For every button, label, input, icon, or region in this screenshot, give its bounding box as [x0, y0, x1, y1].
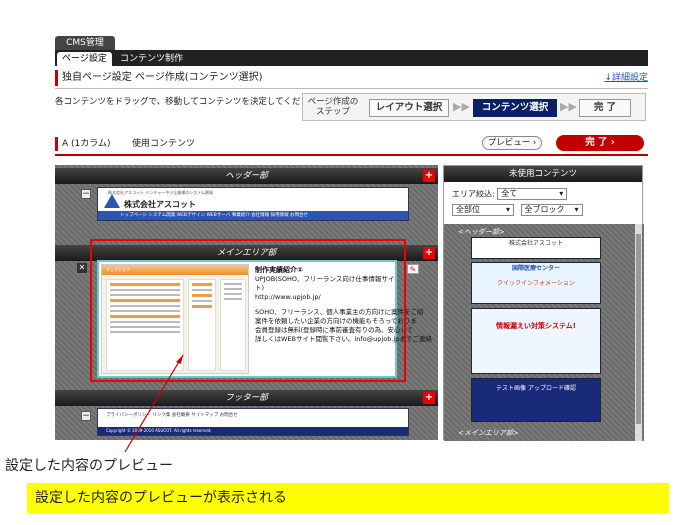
unused-content-title: 未使用コンテンツ — [444, 166, 642, 182]
content-thumbnail[interactable]: 情報漏えい対策システム! — [471, 308, 601, 374]
step-layout-select: レイアウト選択 — [369, 99, 449, 117]
page-steps: ページ作成のステップ レイアウト選択 ▶▶ コンテンツ選択 ▶▶ 完 了 — [302, 93, 646, 121]
add-footer-icon[interactable]: + — [423, 392, 435, 404]
header-group-label: <ヘッダー部> — [458, 228, 505, 236]
usage-label: 使用コンテンツ — [132, 139, 196, 149]
tab-content-production[interactable]: コンテンツ制作 — [115, 52, 188, 66]
top-tabs: CMS管理 ページ設定 コンテンツ制作 — [55, 36, 648, 66]
block-filter-select[interactable]: 全ブロック ▾ — [520, 204, 583, 216]
thumbnail-label: 国際医療センター — [511, 265, 560, 272]
delete-main-icon[interactable]: ✕ — [77, 263, 87, 273]
content-thumbnail[interactable]: 国際医療センター クイックインフォメーション — [471, 262, 601, 304]
area-filter-value: 全て — [501, 189, 518, 198]
remove-footer-icon[interactable]: − — [81, 411, 91, 421]
remove-header-icon[interactable]: − — [81, 189, 91, 199]
part-filter-select[interactable]: 全部位 ▾ — [452, 204, 514, 216]
sidebar-scrollbar[interactable] — [635, 224, 642, 441]
content-thumbnail[interactable]: 株式会社アスコット — [471, 237, 601, 259]
content-thumbnail[interactable]: テスト画像 アップロード確認 — [471, 378, 601, 422]
subtab-row: ページ設定 コンテンツ制作 — [55, 50, 648, 66]
part-filter-value: 全部位 — [456, 205, 480, 214]
thumbnail-label: テスト画像 アップロード確認 — [496, 385, 576, 392]
preview-button[interactable]: プレビュー › — [482, 136, 542, 150]
header-section-label: ヘッダー部 — [225, 171, 268, 181]
add-header-icon[interactable]: + — [423, 170, 435, 182]
block-filter-value: 全ブロック — [524, 205, 565, 214]
divider — [55, 88, 648, 89]
header-tagline: 株式会社アスコット ベンチャー中小企業様のシステム開発 — [108, 190, 214, 195]
layout-editor: ヘッダー部 + − 株式会社アスコット ベンチャー中小企業様のシステム開発 株式… — [55, 165, 438, 440]
part-filter-row: 全部位 ▾ 全ブロック ▾ — [452, 204, 583, 216]
footer-copyright: Copyright © 2009-2010 ASUCOT. All rights… — [98, 427, 408, 435]
header-nav: トップページ システム開発 WEBデザイン WEBサーバ 事業紹介 会社情報 採… — [98, 211, 408, 220]
step-arrow-icon: ▶▶ — [453, 100, 470, 113]
page-title-row: 独自ページ設定 ページ作成(コンテンツ選択) ↓詳細設定 — [55, 70, 648, 86]
thumbnail-label: 情報漏えい対策システム! — [496, 322, 576, 330]
step-content-select: コンテンツ選択 — [473, 99, 557, 117]
company-logo-icon — [104, 194, 120, 208]
scrollbar-thumb[interactable] — [636, 234, 641, 424]
annotation-caption: 設定した内容のプレビュー — [5, 458, 173, 474]
area-filter-select[interactable]: 全て ▾ — [497, 188, 568, 200]
preview-highlight-box — [90, 239, 406, 382]
cms-admin-tab[interactable]: CMS管理 — [55, 36, 115, 50]
thumbnail-label: 株式会社アスコット — [508, 240, 563, 247]
instruction-text: 各コンテンツをドラッグで、移動してコンテンツを決定してください。 — [55, 97, 326, 107]
area-filter-label: エリア絞込: — [452, 189, 495, 199]
footer-section-bar: フッター部 + — [55, 390, 438, 406]
complete-button[interactable]: 完 了 › — [556, 135, 644, 151]
step-arrow-icon: ▶▶ — [560, 100, 577, 113]
tab-page-settings[interactable]: ページ設定 — [57, 52, 112, 66]
layout-row: A (1カラム) 使用コンテンツ プレビュー › 完 了 › — [55, 135, 648, 151]
steps-label: ページ作成のステップ — [307, 97, 359, 117]
thumbnail-label: クイックインフォメーション — [497, 280, 575, 287]
footer-block[interactable]: プライバシーポリシー リンク集 会社概要 サイトマップ お問合せ Copyrig… — [97, 408, 409, 436]
unused-content-panel: 未使用コンテンツ エリア絞込: 全て ▾ 全部位 ▾ 全ブロック ▾ <ヘッダー… — [443, 165, 644, 441]
page-title: 独自ページ設定 ページ作成(コンテンツ選択) — [62, 72, 263, 83]
add-main-icon[interactable]: + — [423, 247, 435, 259]
header-company-name: 株式会社アスコット — [124, 200, 196, 209]
unused-content-list: <ヘッダー部> 株式会社アスコット 国際医療センター クイックインフォメーション… — [444, 224, 644, 441]
area-filter-row: エリア絞込: 全て ▾ — [452, 188, 568, 200]
step-complete: 完 了 — [579, 99, 631, 117]
footer-links: プライバシーポリシー リンク集 会社概要 サイトマップ お問合せ — [106, 413, 238, 418]
header-block[interactable]: 株式会社アスコット ベンチャー中小企業様のシステム開発 株式会社アスコット トッ… — [97, 187, 409, 221]
footer-section-label: フッター部 — [225, 393, 268, 403]
divider — [55, 154, 648, 156]
edit-icon[interactable]: ✎ — [407, 264, 419, 274]
detail-settings-link[interactable]: ↓詳細設定 — [604, 70, 648, 86]
column-label: A (1カラム) — [62, 139, 111, 149]
main-group-label: <メインエリア部> — [458, 429, 519, 437]
header-section-bar: ヘッダー部 + — [55, 168, 438, 184]
annotation-banner: 設定した内容のプレビューが表示される — [27, 483, 669, 513]
